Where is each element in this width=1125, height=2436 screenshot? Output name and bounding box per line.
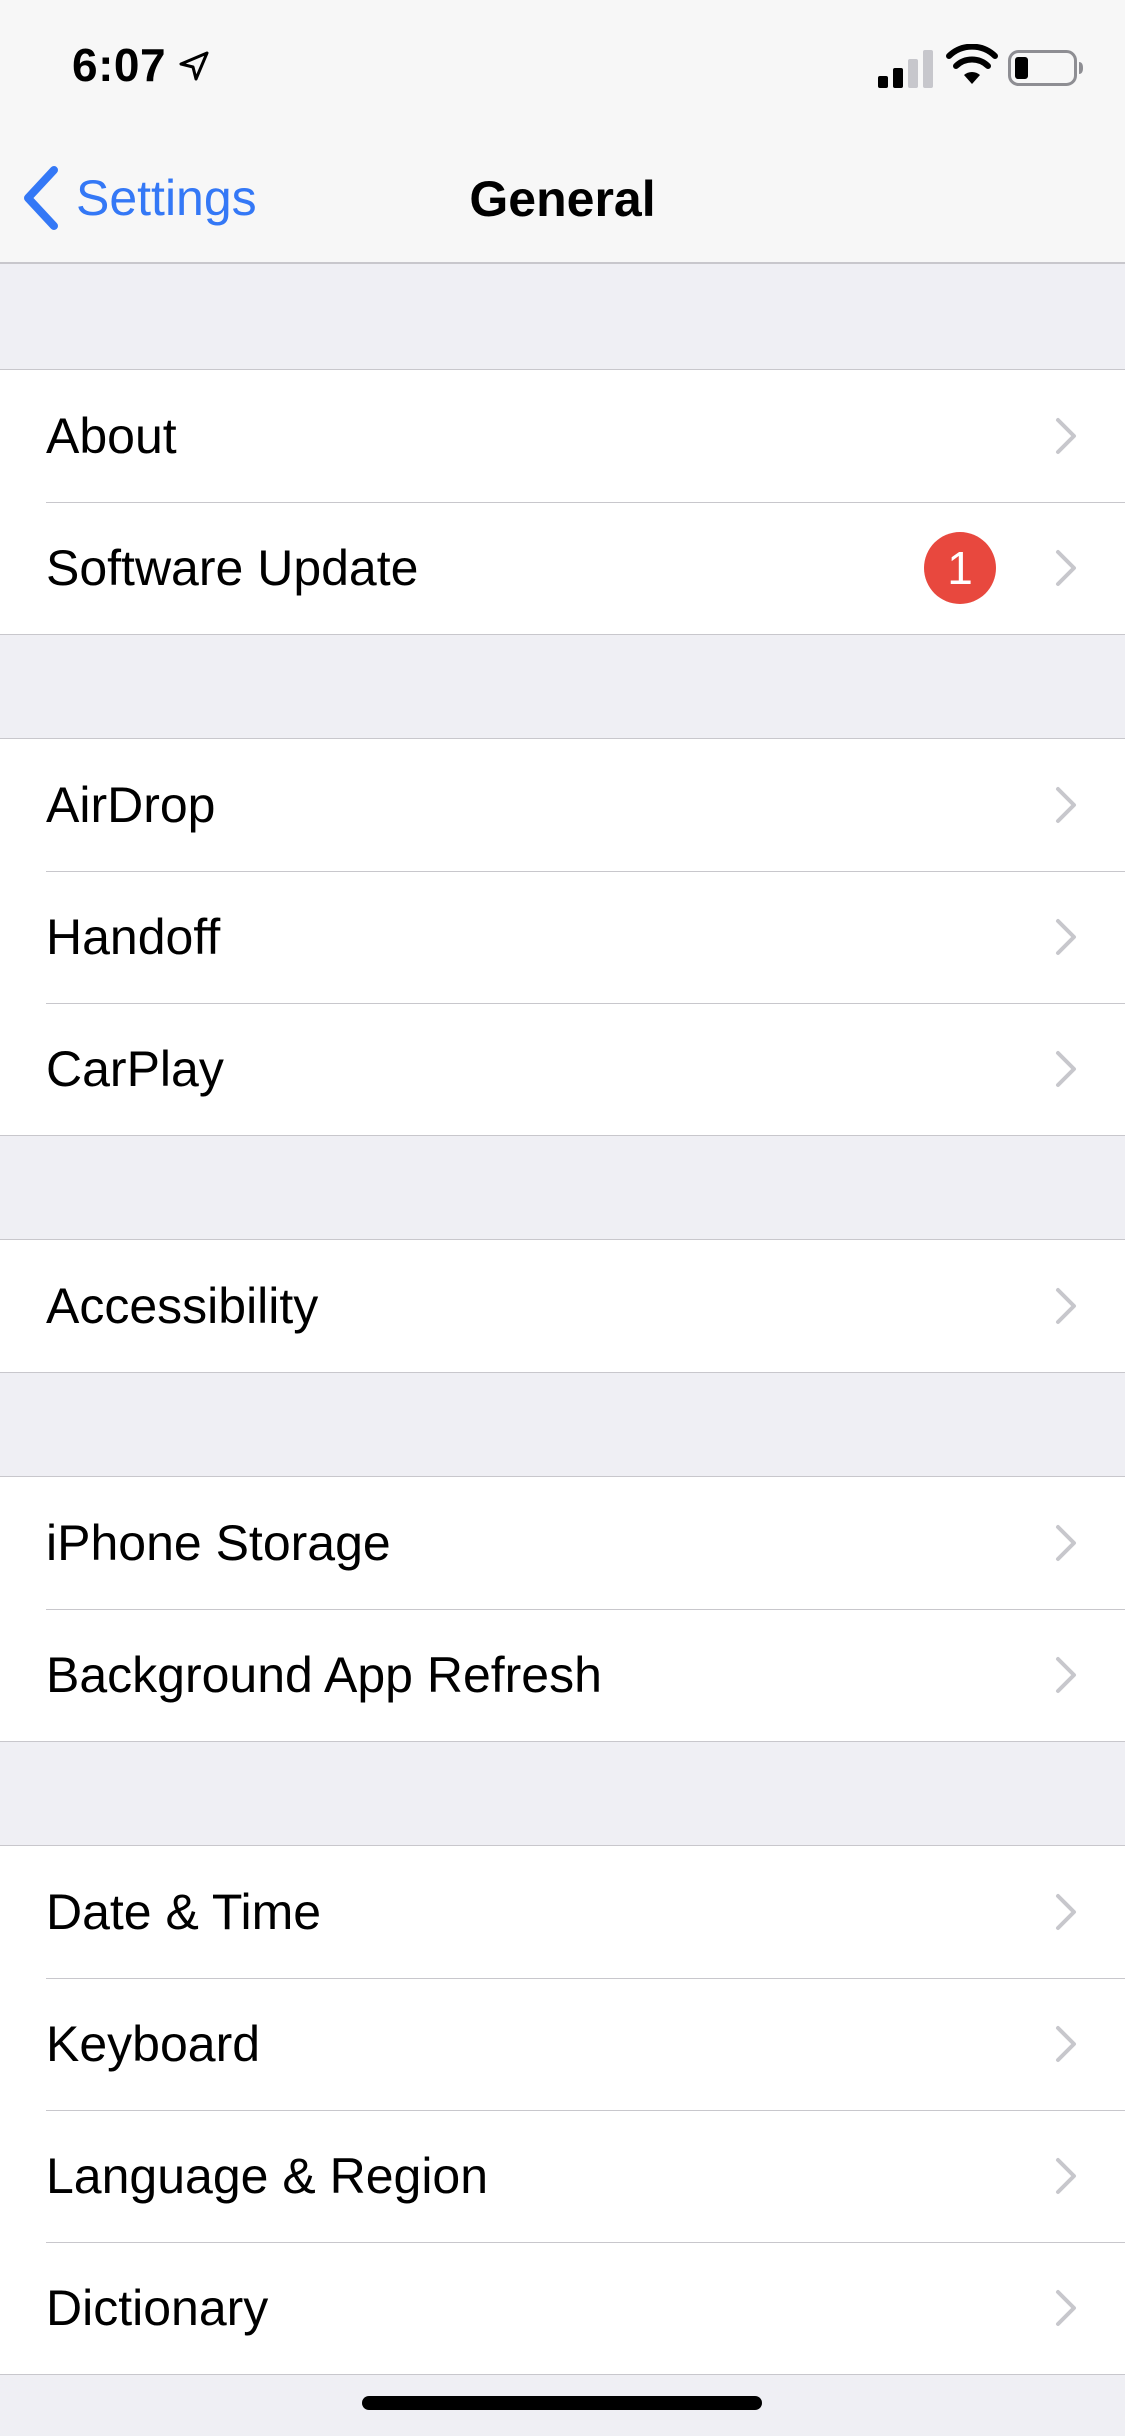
row-label: Handoff — [46, 909, 221, 965]
row-accessibility[interactable]: Accessibility — [0, 1240, 1125, 1372]
back-button-label: Settings — [76, 170, 257, 226]
chevron-right-icon — [1056, 550, 1076, 586]
chevron-right-icon — [1056, 1051, 1076, 1087]
row-label: Background App Refresh — [46, 1647, 602, 1703]
status-bar: 6:07 — [0, 0, 1125, 132]
row-background-app-refresh[interactable]: Background App Refresh — [0, 1609, 1125, 1741]
row-label: Dictionary — [46, 2280, 269, 2336]
row-label: About — [46, 408, 177, 464]
settings-group-3: Accessibility — [0, 1239, 1125, 1373]
notification-badge: 1 — [924, 532, 996, 604]
chevron-right-icon — [1056, 1894, 1076, 1930]
row-label: Accessibility — [46, 1278, 319, 1334]
home-indicator[interactable] — [362, 2396, 762, 2410]
location-arrow-icon — [179, 51, 209, 81]
row-label: iPhone Storage — [46, 1515, 391, 1571]
chevron-right-icon — [1056, 787, 1076, 823]
cellular-signal-icon — [878, 50, 933, 88]
navigation-bar: General Settings — [0, 132, 1125, 264]
chevron-left-icon — [24, 166, 58, 230]
settings-group-2: AirDrop Handoff CarPlay — [0, 738, 1125, 1136]
chevron-right-icon — [1056, 2158, 1076, 2194]
row-software-update[interactable]: Software Update 1 — [0, 502, 1125, 634]
settings-group-1: About Software Update 1 — [0, 369, 1125, 635]
battery-icon — [1008, 50, 1083, 86]
wifi-icon — [946, 44, 998, 84]
chevron-right-icon — [1056, 2026, 1076, 2062]
row-dictionary[interactable]: Dictionary — [0, 2242, 1125, 2374]
status-time: 6:07 — [72, 39, 167, 91]
row-label: Date & Time — [46, 1884, 322, 1940]
row-keyboard[interactable]: Keyboard — [0, 1978, 1125, 2110]
row-label: AirDrop — [46, 777, 216, 833]
settings-group-4: iPhone Storage Background App Refresh — [0, 1476, 1125, 1742]
chevron-right-icon — [1056, 1288, 1076, 1324]
chevron-right-icon — [1056, 1525, 1076, 1561]
settings-group-5: Date & Time Keyboard Language & Region D… — [0, 1845, 1125, 2375]
chevron-right-icon — [1056, 1657, 1076, 1693]
chevron-right-icon — [1056, 919, 1076, 955]
row-iphone-storage[interactable]: iPhone Storage — [0, 1477, 1125, 1609]
chevron-right-icon — [1056, 2290, 1076, 2326]
row-date-time[interactable]: Date & Time — [0, 1846, 1125, 1978]
back-button[interactable]: Settings — [20, 162, 257, 234]
row-carplay[interactable]: CarPlay — [0, 1003, 1125, 1135]
general-settings-screen: 6:07 General Settings About Software Upd… — [0, 0, 1125, 2436]
row-airdrop[interactable]: AirDrop — [0, 739, 1125, 871]
row-handoff[interactable]: Handoff — [0, 871, 1125, 1003]
row-about[interactable]: About — [0, 370, 1125, 502]
chevron-right-icon — [1056, 418, 1076, 454]
row-language-region[interactable]: Language & Region — [0, 2110, 1125, 2242]
row-label: Keyboard — [46, 2016, 261, 2072]
row-label: Software Update — [46, 540, 419, 596]
row-label: CarPlay — [46, 1041, 224, 1097]
row-label: Language & Region — [46, 2148, 489, 2204]
